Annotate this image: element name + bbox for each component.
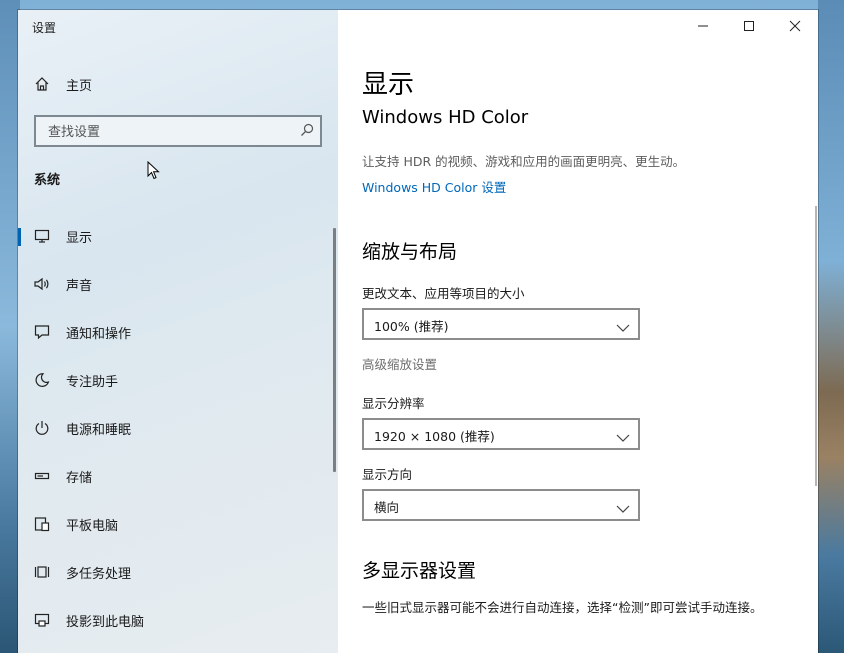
- orientation-value: 横向: [374, 500, 400, 515]
- moon-icon: [33, 371, 51, 389]
- text-size-label: 更改文本、应用等项目的大小: [362, 286, 525, 301]
- sidebar-item-power-sleep[interactable]: 电源和睡眠: [18, 408, 338, 448]
- resolution-value: 1920 × 1080 (推荐): [374, 429, 495, 444]
- sidebar-item-focus-assist[interactable]: 专注助手: [18, 360, 338, 400]
- home-icon: [33, 75, 51, 93]
- resolution-dropdown[interactable]: 1920 × 1080 (推荐): [362, 418, 640, 450]
- sidebar-item-project[interactable]: 投影到此电脑: [18, 600, 338, 640]
- power-icon: [33, 419, 51, 437]
- content-pane: 显示 Windows HD Color 让支持 HDR 的视频、游戏和应用的画面…: [338, 10, 818, 653]
- monitor-icon: [33, 227, 51, 245]
- sidebar-item-label: 平板电脑: [66, 518, 119, 534]
- search-box[interactable]: [34, 115, 322, 147]
- sidebar-scrollbar[interactable]: [333, 228, 336, 472]
- maximize-icon: [743, 17, 755, 36]
- sidebar-item-label: 声音: [66, 278, 93, 294]
- advanced-scaling-link[interactable]: 高级缩放设置: [362, 354, 437, 373]
- notification-icon: [33, 323, 51, 341]
- sidebar-item-label: 电源和睡眠: [66, 422, 132, 438]
- sidebar-item-home[interactable]: 主页: [18, 64, 338, 104]
- chevron-down-icon: [616, 428, 630, 447]
- close-icon: [789, 17, 801, 36]
- sidebar-item-label: 存储: [66, 470, 93, 486]
- text-size-value: 100% (推荐): [374, 319, 449, 334]
- chevron-down-icon: [616, 499, 630, 518]
- sidebar-item-multitasking[interactable]: 多任务处理: [18, 552, 338, 592]
- sidebar-item-display[interactable]: 显示: [18, 216, 338, 256]
- speaker-icon: [33, 275, 51, 293]
- orientation-dropdown[interactable]: 横向: [362, 489, 640, 521]
- minimize-icon: [697, 17, 709, 36]
- chevron-down-icon: [616, 318, 630, 337]
- sidebar-item-label: 显示: [66, 230, 93, 246]
- project-icon: [33, 611, 51, 629]
- desktop-wallpaper-right: [818, 0, 844, 653]
- sidebar-item-notifications[interactable]: 通知和操作: [18, 312, 338, 352]
- desktop-wallpaper-left: [0, 0, 20, 653]
- sidebar-item-label: 多任务处理: [66, 566, 132, 582]
- sidebar-item-label: 通知和操作: [66, 326, 132, 342]
- tablet-icon: [33, 515, 51, 533]
- search-input[interactable]: [46, 121, 290, 143]
- sidebar-item-storage[interactable]: 存储: [18, 456, 338, 496]
- scale-layout-heading: 缩放与布局: [362, 241, 458, 263]
- page-title: 显示: [362, 70, 415, 100]
- hdr-description: 让支持 HDR 的视频、游戏和应用的画面更明亮、更生动。: [362, 154, 686, 169]
- hdr-section-title: Windows HD Color: [362, 107, 529, 128]
- sidebar-item-label: 专注助手: [66, 374, 119, 390]
- settings-window: 设置 主页 系统 显示 声音: [18, 10, 818, 653]
- search-icon[interactable]: [300, 122, 314, 141]
- sidebar-home-label: 主页: [66, 78, 93, 94]
- window-title: 设置: [32, 21, 57, 35]
- multitask-icon: [33, 563, 51, 581]
- resolution-label: 显示分辨率: [362, 396, 425, 411]
- section-label-system: 系统: [34, 173, 61, 188]
- hdr-settings-link[interactable]: Windows HD Color 设置: [362, 177, 506, 196]
- sidebar-item-label: 投影到此电脑: [66, 614, 145, 630]
- text-size-dropdown[interactable]: 100% (推荐): [362, 308, 640, 340]
- orientation-label: 显示方向: [362, 467, 413, 482]
- content-scrollbar[interactable]: [815, 206, 817, 486]
- sidebar-item-tablet[interactable]: 平板电脑: [18, 504, 338, 544]
- maximize-button[interactable]: [726, 10, 772, 42]
- sidebar-item-sound[interactable]: 声音: [18, 264, 338, 304]
- close-button[interactable]: [772, 10, 818, 42]
- minimize-button[interactable]: [680, 10, 726, 42]
- sidebar: 设置 主页 系统 显示 声音: [18, 10, 338, 653]
- multi-display-description: 一些旧式显示器可能不会进行自动连接，选择“检测”即可尝试手动连接。: [362, 600, 763, 615]
- mouse-pointer-icon: [147, 160, 161, 185]
- multi-display-heading: 多显示器设置: [362, 560, 477, 582]
- storage-icon: [33, 467, 51, 485]
